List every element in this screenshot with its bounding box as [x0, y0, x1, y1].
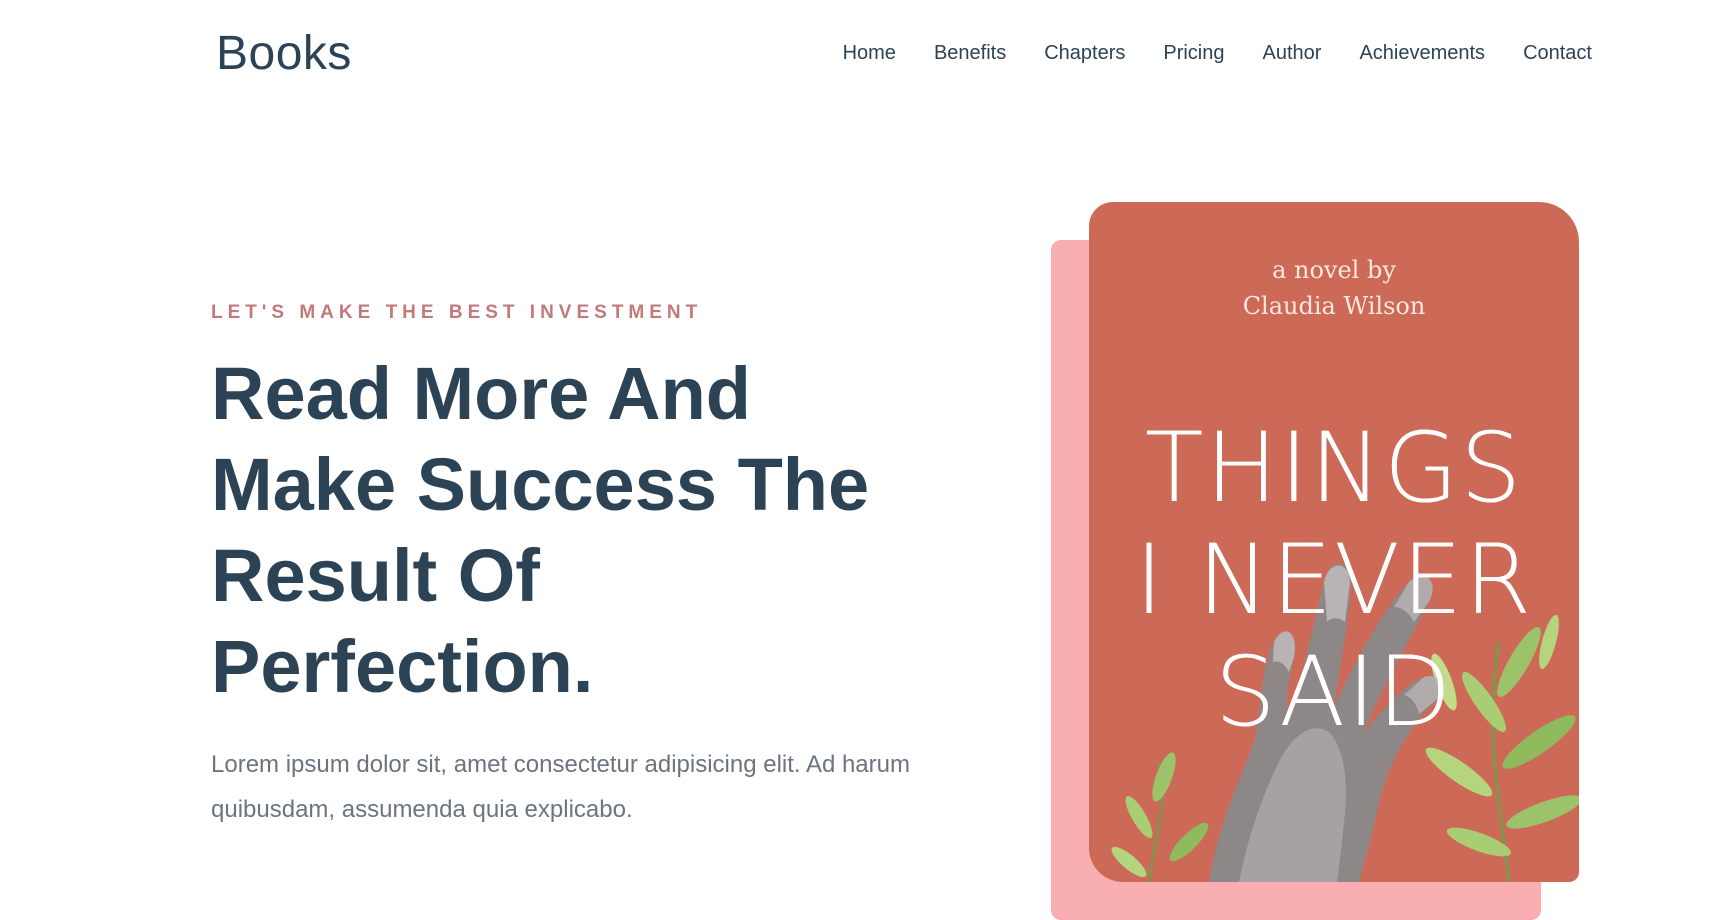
nav-chapters[interactable]: Chapters — [1044, 42, 1125, 65]
brand-logo[interactable]: Books — [216, 26, 352, 81]
nav-benefits[interactable]: Benefits — [934, 42, 1006, 65]
hero-title-line: Result Of — [211, 534, 540, 617]
nav-contact[interactable]: Contact — [1523, 42, 1592, 65]
hero-title-line: Make Success The — [211, 443, 870, 526]
hero-title-line: Read More And — [211, 352, 751, 435]
main-nav: Home Benefits Chapters Pricing Author Ac… — [805, 42, 1592, 65]
leaf-branch-icon — [1111, 752, 1209, 882]
hero-title: Read More And Make Success The Result Of… — [211, 348, 931, 712]
hero-description: Lorem ipsum dolor sit, amet consectetur … — [211, 751, 910, 823]
nav-pricing[interactable]: Pricing — [1163, 42, 1224, 65]
book-title-overlay: THINGS I NEVER SAID — [1089, 412, 1579, 748]
hero-eyebrow: LET'S MAKE THE BEST INVESTMENT — [211, 302, 703, 323]
nav-author[interactable]: Author — [1263, 42, 1322, 65]
book-cover: a novel by Claudia Wilson THINGS I NEVER… — [1089, 202, 1579, 882]
nav-achievements[interactable]: Achievements — [1359, 42, 1485, 65]
book-title-line: SAID — [1214, 636, 1454, 748]
site-header: Books Home Benefits Chapters Pricing Aut… — [0, 0, 1722, 110]
hero-title-line: Perfection. — [211, 625, 594, 708]
book-title-line: I NEVER — [1134, 524, 1534, 636]
nav-home[interactable]: Home — [843, 42, 896, 65]
book-title-line: THINGS — [1144, 412, 1524, 524]
